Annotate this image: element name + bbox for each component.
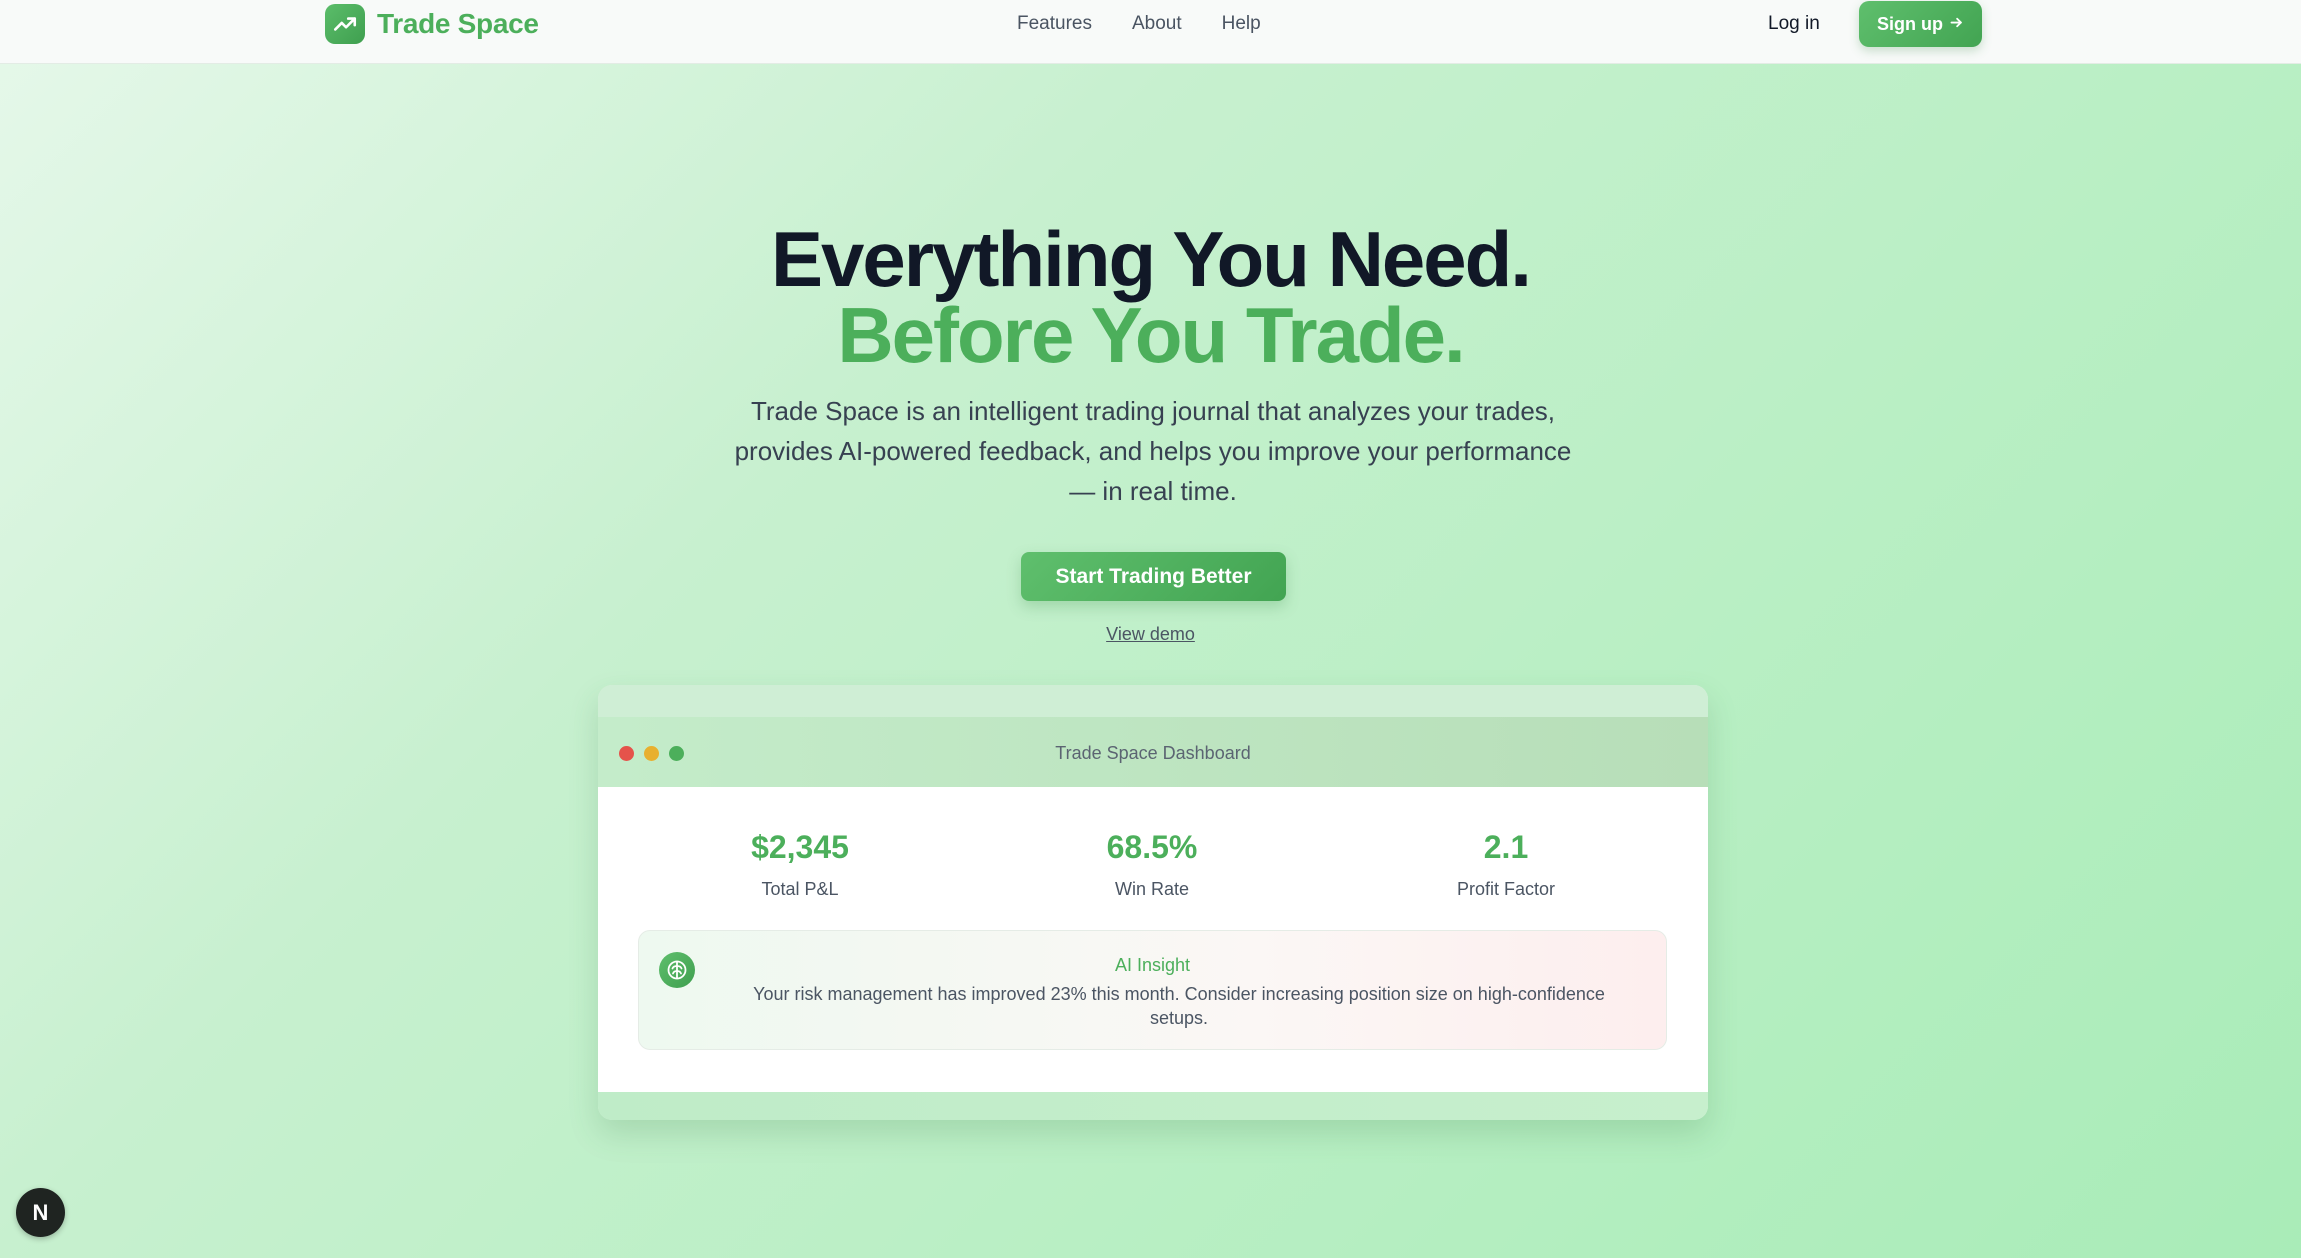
login-link[interactable]: Log in <box>1768 10 1820 38</box>
start-trading-button[interactable]: Start Trading Better <box>1021 552 1286 601</box>
view-demo-link[interactable]: View demo <box>1106 624 1195 644</box>
nav-link-features[interactable]: Features <box>1017 10 1092 38</box>
stat-profit-factor: 2.1 Profit Factor <box>1356 827 1656 901</box>
badge-letter: N <box>32 1199 49 1225</box>
nav-link-about[interactable]: About <box>1132 10 1182 38</box>
nav-link-help[interactable]: Help <box>1222 10 1261 38</box>
dev-tools-badge[interactable]: N <box>16 1188 65 1237</box>
stat-label: Win Rate <box>1114 879 1190 899</box>
view-demo-container: View demo <box>0 621 2301 647</box>
hero-subtitle: Trade Space is an intelligent trading jo… <box>734 396 1572 506</box>
stat-value: 68.5% <box>1106 829 1198 865</box>
signup-label: Sign up <box>1877 13 1943 34</box>
stat-label: Profit Factor <box>1456 879 1556 899</box>
primary-nav: Features About Help <box>1017 10 1261 38</box>
ai-insight-card: AI Insight Your risk management has impr… <box>638 930 1667 1050</box>
dashboard-body: $2,345 Total P&L 68.5% Win Rate 2.1 Prof… <box>598 787 1708 1092</box>
signup-button[interactable]: Sign up <box>1859 1 1982 47</box>
hero-headline-accent: Before You Trade. <box>837 291 1465 379</box>
dashboard-titlebar: Trade Space Dashboard <box>598 717 1708 787</box>
brand-name: Trade Space <box>377 8 539 39</box>
arrow-right-icon <box>1949 14 1964 35</box>
top-navbar: Trade Space Features About Help Log in S… <box>0 0 2301 64</box>
dashboard-bottom-strip <box>598 1092 1708 1120</box>
stat-value: $2,345 <box>751 829 849 865</box>
ai-insight-title: AI Insight <box>1114 955 1191 975</box>
stat-win-rate: 68.5% Win Rate <box>1002 827 1302 901</box>
ai-insight-text: Your risk management has improved 23% th… <box>753 984 1605 1028</box>
dashboard-top-strip <box>598 685 1708 717</box>
dashboard-preview: Trade Space Dashboard $2,345 Total P&L 6… <box>598 685 1708 1120</box>
trending-up-icon <box>325 4 365 44</box>
stat-total-pnl: $2,345 Total P&L <box>650 827 950 901</box>
dashboard-window-title: Trade Space Dashboard <box>1055 743 1251 763</box>
brand-link[interactable]: Trade Space <box>325 4 539 44</box>
stat-label: Total P&L <box>761 879 839 899</box>
stat-value: 2.1 <box>1483 829 1529 865</box>
